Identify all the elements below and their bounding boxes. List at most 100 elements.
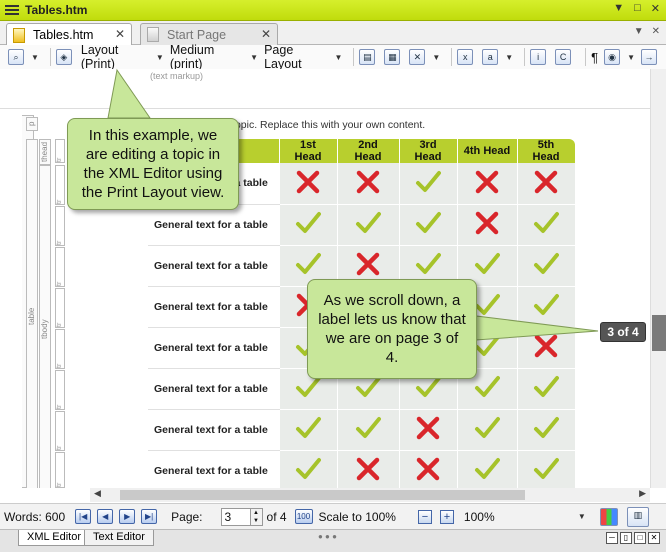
cross-cell[interactable] — [399, 450, 458, 488]
medium-dropdown[interactable]: Medium (print) ▼ — [170, 43, 258, 71]
tr-bar[interactable]: tr — [55, 370, 65, 410]
tr-bar[interactable]: tr — [55, 329, 65, 369]
row-label-cell[interactable]: General text for a table — [148, 327, 280, 369]
cross-cell[interactable] — [457, 204, 518, 246]
scale-to-100-button[interactable]: Scale to 100% — [319, 510, 396, 524]
glossary-button[interactable]: a ▼ — [482, 49, 513, 65]
tr-bar[interactable]: tr — [55, 139, 65, 163]
row-label-cell[interactable]: General text for a table — [148, 286, 280, 328]
insert-page-button[interactable]: ▦ — [384, 49, 403, 65]
tag-icon-button[interactable]: ◈ — [55, 49, 75, 65]
page-setup-button[interactable]: ▤ — [359, 49, 378, 65]
view-tracking-button[interactable]: ◉ ▼ — [604, 49, 635, 65]
header-cell[interactable]: 5th Head — [517, 139, 576, 163]
tab-list-icon[interactable]: ▼ — [634, 26, 644, 37]
last-page-button[interactable]: ▶| — [141, 509, 158, 524]
check-cell[interactable] — [517, 245, 576, 287]
zoom-level[interactable]: 100% — [464, 510, 574, 524]
cross-cell[interactable] — [399, 409, 458, 451]
vertical-scroll-thumb[interactable] — [652, 315, 666, 351]
row-label-cell[interactable]: General text for a table — [148, 450, 280, 488]
check-cell[interactable] — [517, 204, 576, 246]
header-cell[interactable]: 1st Head — [279, 139, 338, 163]
check-cell[interactable] — [399, 163, 458, 205]
check-cell[interactable] — [399, 204, 458, 246]
check-cell[interactable] — [457, 450, 518, 488]
check-cell[interactable] — [279, 409, 338, 451]
tr-bar[interactable]: tr — [55, 247, 65, 287]
next-button[interactable]: → — [640, 49, 660, 65]
check-cell[interactable] — [517, 286, 576, 328]
row-label-cell[interactable]: General text for a table — [148, 204, 280, 246]
zoom-in-button[interactable]: + — [439, 509, 454, 524]
show-marks-button[interactable]: ¶ — [591, 50, 598, 65]
structure-bars-icon[interactable]: ▥ — [626, 506, 649, 527]
page-spinner[interactable]: ▲ ▼ — [250, 507, 263, 526]
tbody-bar[interactable]: tbody — [39, 165, 51, 488]
check-cell[interactable] — [517, 450, 576, 488]
next-page-button[interactable]: ▶ — [119, 509, 136, 524]
tr-bar[interactable]: tr — [55, 165, 65, 205]
page-number-input[interactable]: 3 — [220, 507, 251, 526]
check-cell[interactable] — [517, 368, 576, 410]
thead-bar[interactable]: thead — [39, 139, 51, 165]
layout-dropdown[interactable]: Layout (Print) ▼ — [81, 43, 164, 71]
horizontal-scroll-thumb[interactable] — [120, 490, 525, 500]
scale-icon[interactable]: 100 — [294, 509, 313, 524]
tr-bar[interactable]: tr — [55, 452, 65, 488]
split-pane-icon[interactable]: ▯ — [620, 532, 632, 544]
cross-cell[interactable] — [517, 327, 576, 369]
scroll-right-icon[interactable]: ▶ — [639, 488, 646, 499]
check-cell[interactable] — [337, 204, 400, 246]
cross-cell[interactable] — [337, 450, 400, 488]
row-label-cell[interactable]: General text for a table — [148, 409, 280, 451]
check-cell[interactable] — [279, 450, 338, 488]
tr-bar[interactable]: tr — [55, 206, 65, 246]
close-tab-icon[interactable]: ✕ — [261, 27, 271, 41]
zoom-out-button[interactable]: − — [417, 509, 432, 524]
variable-button[interactable]: x — [457, 49, 476, 65]
table-bar[interactable]: table — [26, 139, 38, 488]
p-bar[interactable]: p — [26, 117, 38, 131]
check-cell[interactable] — [337, 409, 400, 451]
menu-icon[interactable] — [5, 5, 19, 15]
tr-bar[interactable]: tr — [55, 288, 65, 328]
row-label-cell[interactable]: General text for a table — [148, 245, 280, 287]
tab-start-page[interactable]: Start Page ✕ — [140, 23, 278, 45]
zoom-dropdown-icon[interactable]: ▼ — [578, 512, 586, 521]
vertical-scrollbar[interactable] — [650, 69, 666, 488]
resize-grip-icon[interactable]: ● ● ● — [318, 532, 337, 541]
close-tab-icon[interactable]: ✕ — [115, 27, 125, 41]
row-label-cell[interactable]: General text for a table — [148, 368, 280, 410]
check-cell[interactable] — [517, 409, 576, 451]
cross-cell[interactable] — [457, 163, 518, 205]
tab-xml-editor[interactable]: XML Editor — [18, 530, 91, 546]
scroll-left-icon[interactable]: ◀ — [94, 488, 101, 499]
color-grid-icon[interactable] — [599, 507, 618, 526]
header-cell[interactable]: 4th Head — [457, 139, 518, 163]
close-all-icon[interactable]: ✕ — [652, 26, 660, 37]
maximize-icon[interactable]: □ — [634, 2, 641, 15]
tab-text-editor[interactable]: Text Editor — [84, 530, 154, 546]
page-layout-dropdown[interactable]: Page Layout ▼ — [264, 43, 342, 71]
prev-page-button[interactable]: ◀ — [97, 509, 114, 524]
check-cell[interactable] — [457, 409, 518, 451]
minimize-pane-icon[interactable]: ─ — [606, 532, 618, 544]
tr-bar[interactable]: tr — [55, 411, 65, 451]
header-cell[interactable]: 2nd Head — [337, 139, 400, 163]
delete-page-button[interactable]: ✕ ▼ — [409, 49, 440, 65]
first-page-button[interactable]: |◀ — [75, 509, 92, 524]
conditions-button[interactable]: C — [555, 49, 574, 65]
close-pane-icon[interactable]: ✕ — [648, 532, 660, 544]
maximize-pane-icon[interactable]: □ — [634, 532, 646, 544]
close-icon[interactable]: ✕ — [651, 2, 660, 15]
horizontal-scrollbar[interactable]: ◀ ▶ — [90, 488, 650, 502]
header-cell[interactable]: 3rd Head — [399, 139, 458, 163]
check-cell[interactable] — [279, 204, 338, 246]
cross-cell[interactable] — [517, 163, 576, 205]
cross-cell[interactable] — [337, 163, 400, 205]
info-button[interactable]: i — [530, 49, 549, 65]
cross-cell[interactable] — [279, 163, 338, 205]
preview-button[interactable]: ⌕ ▼ — [8, 49, 39, 65]
dropdown-icon[interactable]: ▼ — [613, 2, 624, 15]
